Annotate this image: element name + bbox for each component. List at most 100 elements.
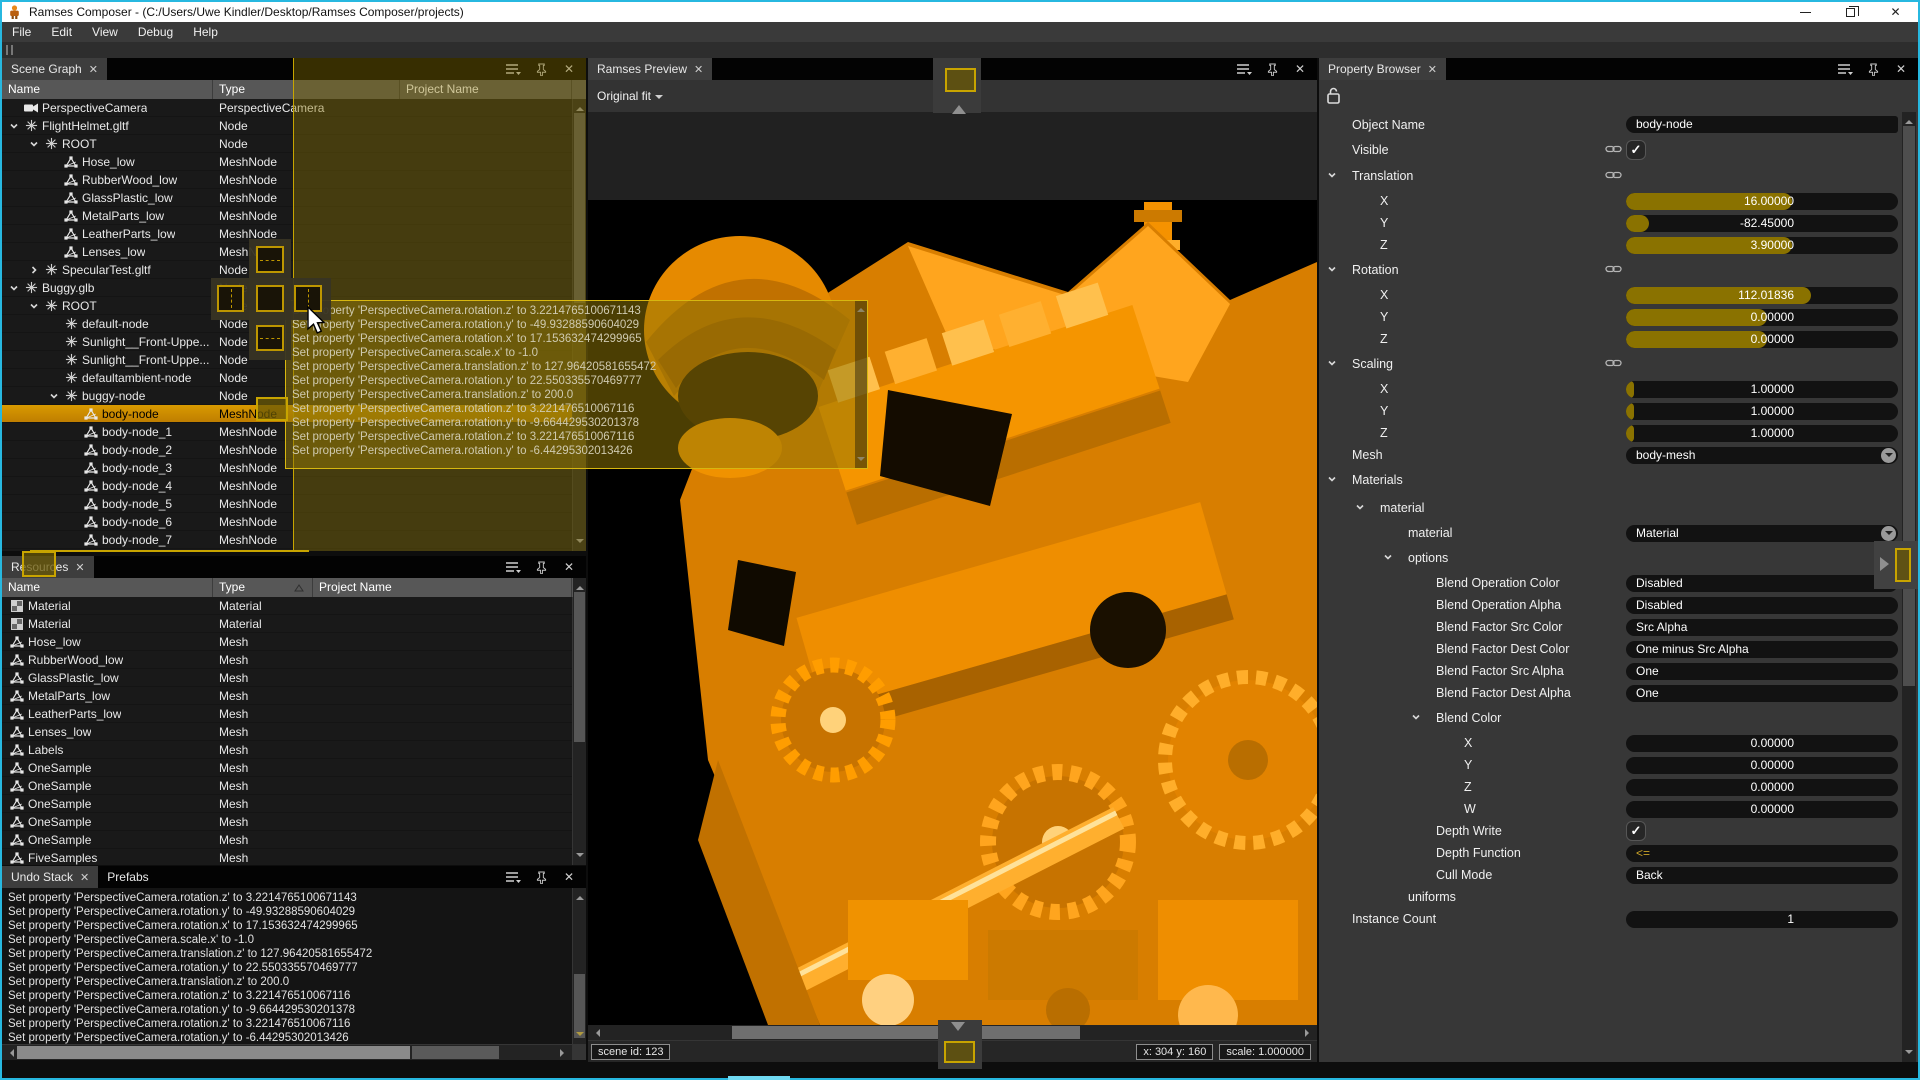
list-item[interactable]: Hose_lowMesh [2, 633, 572, 651]
list-item[interactable]: OneSampleMesh [2, 759, 572, 777]
panel-pin-icon[interactable] [533, 560, 549, 574]
fit-mode-dropdown[interactable]: Original fit [597, 89, 651, 103]
tab-undo-stack[interactable]: Undo Stack✕ [2, 866, 98, 888]
checkbox[interactable]: ✓ [1626, 140, 1646, 160]
autohide-bottom-icon[interactable] [944, 1041, 975, 1063]
chevron-down-icon[interactable] [1881, 526, 1896, 541]
drop-left-icon[interactable] [217, 285, 244, 312]
value-field[interactable]: Src Alpha [1626, 619, 1898, 636]
panel-close-icon[interactable]: ✕ [561, 870, 577, 884]
slider-field[interactable]: 1 [1626, 911, 1898, 928]
chevron-down-icon[interactable] [1355, 499, 1367, 517]
panel-pin-icon[interactable] [533, 870, 549, 884]
chevron-down-icon[interactable] [6, 119, 22, 133]
drop-center-icon[interactable] [256, 285, 284, 312]
panel-close-icon[interactable]: ✕ [1893, 62, 1909, 76]
menu-item-view[interactable]: View [82, 25, 128, 39]
column-header[interactable]: Name [2, 578, 213, 597]
dropdown-field[interactable]: body-mesh [1626, 447, 1898, 464]
tab-prefabs[interactable]: Prefabs [98, 866, 157, 888]
slider-field[interactable]: -82.45000 [1626, 215, 1898, 232]
slider-field[interactable]: 0.00000 [1626, 757, 1898, 774]
titlebar[interactable]: Ramses Composer - (C:/Users/Uwe Kindler/… [2, 2, 1918, 22]
chevron-down-icon[interactable] [26, 137, 42, 151]
column-header[interactable]: Name [2, 80, 213, 99]
list-item[interactable]: OneSampleMesh [2, 813, 572, 831]
chevron-down-icon[interactable] [1327, 471, 1339, 489]
tab-ramses-preview[interactable]: Ramses Preview✕ [588, 58, 712, 80]
value-field[interactable]: Back [1626, 867, 1898, 884]
panel-pin-icon[interactable] [1865, 62, 1881, 76]
slider-field[interactable]: 1.00000 [1626, 381, 1898, 398]
menu-item-debug[interactable]: Debug [128, 25, 183, 39]
list-item[interactable]: OneSampleMesh [2, 795, 572, 813]
value-field[interactable]: body-node [1626, 116, 1898, 133]
tab-close-icon[interactable]: ✕ [80, 871, 89, 884]
column-header[interactable]: Project Name [313, 578, 572, 597]
resources-scrollbar[interactable] [573, 578, 586, 865]
undo-log[interactable]: Set property 'PerspectiveCamera.rotation… [8, 891, 372, 1044]
list-item[interactable]: OneSampleMesh [2, 777, 572, 795]
dropdown-field[interactable]: Material [1626, 525, 1898, 542]
chevron-down-icon[interactable] [46, 389, 62, 403]
toolbar-grip-icon[interactable] [6, 45, 14, 55]
panel-menu-icon[interactable] [505, 560, 521, 574]
list-item[interactable]: Lenses_lowMesh [2, 723, 572, 741]
chevron-down-icon[interactable] [1327, 355, 1339, 373]
tab-close-icon[interactable]: ✕ [694, 63, 703, 76]
chevron-down-icon[interactable] [1327, 261, 1339, 279]
value-field[interactable]: Disabled [1626, 575, 1898, 592]
drop-bottom-icon[interactable] [256, 325, 284, 351]
panel-menu-icon[interactable] [1236, 62, 1252, 76]
slider-field[interactable]: 0.00000 [1626, 801, 1898, 818]
chevron-down-icon[interactable] [1327, 167, 1339, 185]
slider-field[interactable]: 0.00000 [1626, 735, 1898, 752]
link-icon[interactable] [1605, 261, 1623, 279]
panel-close-icon[interactable]: ✕ [561, 560, 577, 574]
panel-menu-icon[interactable] [1837, 62, 1853, 76]
slider-field[interactable]: 0.00000 [1626, 309, 1898, 326]
list-item[interactable]: FiveSamplesMesh [2, 849, 572, 865]
tab-close-icon[interactable]: ✕ [89, 63, 98, 76]
slider-field[interactable]: 3.90000 [1626, 237, 1898, 254]
slider-field[interactable]: 1.00000 [1626, 403, 1898, 420]
list-item[interactable]: GlassPlastic_lowMesh [2, 669, 572, 687]
chevron-down-icon[interactable] [6, 281, 22, 295]
menu-item-file[interactable]: File [2, 25, 41, 39]
list-item[interactable]: LeatherParts_lowMesh [2, 705, 572, 723]
drop-top-icon[interactable] [256, 246, 284, 273]
autohide-top-icon[interactable] [945, 68, 976, 92]
list-item[interactable]: MaterialMaterial [2, 597, 572, 615]
list-item[interactable]: OneSampleMesh [2, 831, 572, 849]
autohide-left-icon[interactable] [22, 551, 56, 577]
list-item[interactable]: MetalParts_lowMesh [2, 687, 572, 705]
tab-property-browser[interactable]: Property Browser✕ [1319, 58, 1446, 80]
value-field[interactable]: Disabled [1626, 597, 1898, 614]
list-item[interactable]: RubberWood_lowMesh [2, 651, 572, 669]
autohide-right-icon[interactable] [1895, 548, 1911, 582]
tab-scene-graph[interactable]: Scene Graph✕ [2, 58, 107, 80]
close-button[interactable]: ✕ [1873, 2, 1918, 22]
link-icon[interactable] [1605, 355, 1623, 373]
menu-item-help[interactable]: Help [183, 25, 228, 39]
chevron-down-icon[interactable] [26, 299, 42, 313]
tab-close-icon[interactable]: ✕ [75, 561, 84, 574]
slider-field[interactable]: 0.00000 [1626, 331, 1898, 348]
chevron-down-icon[interactable] [1881, 448, 1896, 463]
preview-canvas[interactable] [588, 112, 1317, 1025]
column-header[interactable]: Type [213, 578, 313, 597]
lock-open-icon[interactable] [1326, 87, 1341, 104]
chevron-down-icon[interactable] [1411, 709, 1423, 727]
link-icon[interactable] [1605, 167, 1623, 185]
value-field[interactable]: One [1626, 663, 1898, 680]
tab-close-icon[interactable]: ✕ [1428, 63, 1437, 76]
slider-field[interactable]: 16.00000 [1626, 193, 1898, 210]
slider-field[interactable]: 1.00000 [1626, 425, 1898, 442]
undo-vscrollbar[interactable] [573, 888, 586, 1044]
chevron-down-icon[interactable] [1383, 549, 1395, 567]
list-item[interactable]: MaterialMaterial [2, 615, 572, 633]
chevron-right-icon[interactable] [26, 263, 42, 277]
panel-pin-icon[interactable] [1264, 62, 1280, 76]
slider-field[interactable]: 0.00000 [1626, 779, 1898, 796]
value-field[interactable]: <= [1626, 845, 1898, 862]
